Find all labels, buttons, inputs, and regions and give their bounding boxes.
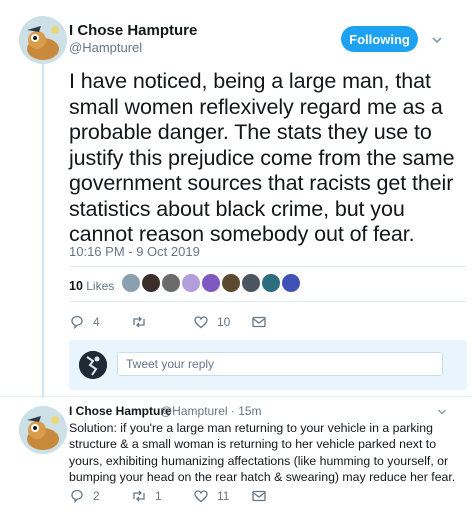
reply-text: Solution: if you're a large man returnin… — [69, 421, 456, 485]
divider — [69, 301, 467, 302]
reply-author-avatar[interactable] — [19, 406, 67, 454]
reply-icon — [71, 489, 83, 504]
chevron-down-icon[interactable] — [431, 34, 443, 46]
like-action[interactable]: 11 — [193, 488, 229, 504]
reply-action[interactable]: 4 — [69, 314, 100, 330]
envelope-icon — [252, 490, 266, 502]
current-user-avatar — [79, 351, 107, 379]
likes-summary[interactable]: 10 Likes — [69, 279, 114, 293]
avatar-cartoon-icon — [19, 16, 67, 64]
divider — [69, 266, 467, 267]
liker-avatar[interactable] — [142, 274, 160, 292]
reply-count: 4 — [93, 315, 100, 329]
retweet-icon — [133, 316, 145, 328]
like-count: 10 — [217, 315, 231, 329]
heart-icon — [194, 490, 208, 503]
author-avatar[interactable] — [19, 16, 67, 64]
chevron-down-icon[interactable] — [437, 407, 447, 417]
user-avatar-icon — [79, 351, 107, 379]
reply-compose-area: Tweet your reply — [69, 340, 467, 390]
retweet-action[interactable]: 1 — [131, 488, 162, 504]
liker-avatar[interactable] — [242, 274, 260, 292]
retweet-count: 1 — [155, 489, 162, 503]
reply-author-handle[interactable]: @Hampturel · 15m — [160, 404, 262, 418]
tweet-text: I have noticed, being a large man, that … — [69, 69, 455, 246]
likes-count: 10 — [69, 279, 83, 293]
liker-avatar[interactable] — [202, 274, 220, 292]
reply-input[interactable]: Tweet your reply — [117, 352, 443, 376]
reply-author-name[interactable]: I Chose Hampture — [69, 404, 172, 418]
following-button[interactable]: Following — [341, 26, 418, 52]
author-handle[interactable]: @Hampturel — [69, 40, 142, 55]
avatar-cartoon-icon — [19, 406, 67, 454]
liker-avatar[interactable] — [222, 274, 240, 292]
retweet-action[interactable] — [131, 314, 155, 330]
envelope-icon — [252, 316, 266, 328]
likes-label: Likes — [86, 279, 115, 293]
likers-avatars — [122, 274, 300, 292]
like-action[interactable]: 10 — [193, 314, 230, 330]
tweet-timestamp[interactable]: 10:16 PM - 9 Oct 2019 — [69, 244, 200, 259]
reply-count: 2 — [93, 489, 100, 503]
liker-avatar[interactable] — [162, 274, 180, 292]
reply-icon — [71, 315, 83, 330]
liker-avatar[interactable] — [182, 274, 200, 292]
reply-action[interactable]: 2 — [69, 488, 100, 504]
retweet-icon — [133, 490, 145, 502]
direct-message-action[interactable] — [251, 488, 267, 504]
like-count: 11 — [217, 489, 230, 503]
liker-avatar[interactable] — [122, 274, 140, 292]
heart-icon — [194, 316, 208, 329]
direct-message-action[interactable] — [251, 314, 267, 330]
thread-line — [42, 58, 44, 398]
author-name[interactable]: I Chose Hampture — [69, 22, 197, 39]
divider — [0, 396, 472, 397]
liker-avatar[interactable] — [262, 274, 280, 292]
liker-avatar[interactable] — [282, 274, 300, 292]
